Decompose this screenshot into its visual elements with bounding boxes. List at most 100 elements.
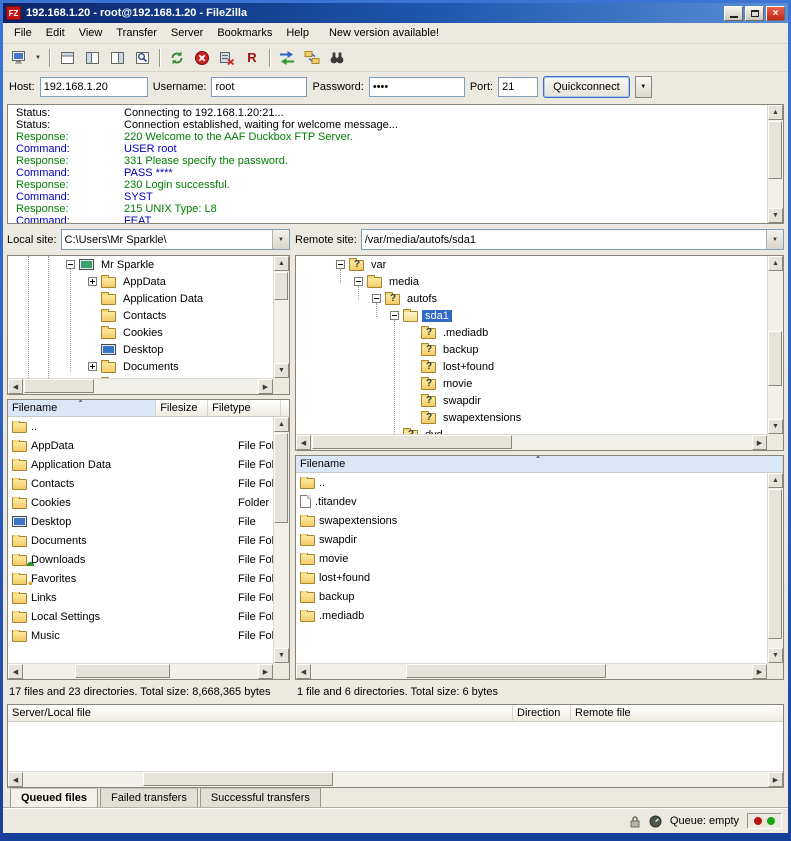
combo-dropdown-icon[interactable]: ▼	[272, 230, 289, 249]
remote-list-hscroll[interactable]: ◀ ▶	[296, 663, 767, 679]
remote-tree-vscroll[interactable]: ▲ ▼	[767, 256, 783, 434]
tree-item[interactable]: ?.mediadb	[296, 324, 783, 341]
scroll-down-button[interactable]: ▼	[768, 208, 783, 223]
scroll-left-button[interactable]: ◀	[296, 664, 311, 679]
column-filename[interactable]: Filename▲	[8, 400, 156, 416]
menu-view[interactable]: View	[72, 25, 110, 41]
site-manager-dropdown[interactable]: ▼	[32, 46, 44, 69]
scrollbar-thumb[interactable]	[75, 664, 170, 678]
expand-icon[interactable]	[88, 277, 97, 286]
local-site-combo[interactable]: C:\Users\Mr Sparkle\ ▼	[61, 229, 290, 250]
scroll-up-button[interactable]: ▲	[768, 473, 783, 488]
file-row[interactable]: .titandev	[296, 492, 783, 511]
tree-item[interactable]: ?swapdir	[296, 392, 783, 409]
scroll-down-button[interactable]: ▼	[274, 648, 289, 663]
scroll-up-button[interactable]: ▲	[768, 256, 783, 271]
password-input[interactable]	[369, 77, 465, 97]
tree-item[interactable]: ?var	[296, 256, 783, 273]
find-files-button[interactable]	[325, 46, 349, 69]
remote-tree-hscroll[interactable]: ◀ ▶	[296, 434, 767, 450]
menu-help[interactable]: Help	[279, 25, 316, 41]
scroll-left-button[interactable]: ◀	[8, 664, 23, 679]
scrollbar-thumb[interactable]	[143, 772, 333, 786]
site-manager-button[interactable]	[7, 46, 31, 69]
toggle-queue-button[interactable]	[130, 46, 154, 69]
scrollbar-thumb[interactable]	[768, 489, 782, 639]
file-row[interactable]: ..	[8, 417, 289, 436]
scroll-left-button[interactable]: ◀	[296, 435, 311, 450]
tree-item[interactable]: Cookies	[8, 324, 289, 341]
menu-file[interactable]: File	[7, 25, 39, 41]
scroll-right-button[interactable]: ▶	[768, 772, 783, 787]
scroll-up-button[interactable]: ▲	[274, 256, 289, 271]
tree-item[interactable]: Contacts	[8, 307, 289, 324]
scroll-right-button[interactable]: ▶	[258, 664, 273, 679]
quickconnect-button[interactable]: Quickconnect	[543, 76, 630, 98]
scroll-right-button[interactable]: ▶	[752, 664, 767, 679]
file-row[interactable]: LinksFile Folder	[8, 588, 289, 607]
local-list-hscroll[interactable]: ◀ ▶	[8, 663, 273, 679]
file-row[interactable]: backup	[296, 587, 783, 606]
scroll-up-button[interactable]: ▲	[274, 417, 289, 432]
quickconnect-dropdown[interactable]: ▼	[635, 76, 652, 98]
remote-site-combo[interactable]: /var/media/autofs/sda1 ▼	[361, 229, 784, 250]
tab-successful-transfers[interactable]: Successful transfers	[200, 788, 321, 808]
file-row[interactable]: Local SettingsFile Folder	[8, 607, 289, 626]
reconnect-button[interactable]: R	[240, 46, 264, 69]
collapse-icon[interactable]	[336, 260, 345, 269]
combo-dropdown-icon[interactable]: ▼	[766, 230, 783, 249]
file-row[interactable]: Application DataFile Folder	[8, 455, 289, 474]
menu-transfer[interactable]: Transfer	[109, 25, 164, 41]
expand-icon[interactable]	[88, 362, 97, 371]
tree-item[interactable]: Desktop	[8, 341, 289, 358]
menu-edit[interactable]: Edit	[39, 25, 72, 41]
host-input[interactable]	[40, 77, 148, 97]
tree-item-selected[interactable]: sda1	[296, 307, 783, 324]
column-filetype[interactable]: Filetype	[208, 400, 281, 416]
file-row[interactable]: ..	[296, 473, 783, 492]
scrollbar-thumb[interactable]	[312, 435, 512, 449]
scroll-left-button[interactable]: ◀	[8, 772, 23, 787]
collapse-icon[interactable]	[390, 311, 399, 320]
collapse-icon[interactable]	[354, 277, 363, 286]
tree-item[interactable]: ?swapextensions	[296, 409, 783, 426]
username-input[interactable]	[211, 77, 307, 97]
column-filename[interactable]: Filename▲	[296, 456, 783, 472]
tree-item[interactable]: Documents	[8, 358, 289, 375]
tree-item[interactable]: ?autofs	[296, 290, 783, 307]
log-vertical-scrollbar[interactable]: ▲ ▼	[767, 105, 783, 223]
tab-queued-files[interactable]: Queued files	[10, 788, 98, 808]
synchronized-browsing-button[interactable]	[300, 46, 324, 69]
file-row[interactable]: CookiesFolder	[8, 493, 289, 512]
file-row[interactable]: DesktopFile	[8, 512, 289, 531]
toggle-remote-tree-button[interactable]	[105, 46, 129, 69]
tree-item[interactable]: ?movie	[296, 375, 783, 392]
scrollbar-thumb[interactable]	[768, 121, 782, 179]
scroll-right-button[interactable]: ▶	[258, 379, 273, 394]
maximize-button[interactable]	[745, 6, 764, 21]
tree-item[interactable]: Application Data	[8, 290, 289, 307]
tree-item[interactable]: media	[296, 273, 783, 290]
tab-failed-transfers[interactable]: Failed transfers	[100, 788, 198, 808]
minimize-button[interactable]	[724, 6, 743, 21]
local-tree-hscroll[interactable]: ◀ ▶	[8, 378, 273, 394]
encryption-lock-icon[interactable]	[629, 815, 641, 828]
queue-hscroll[interactable]: ◀ ▶	[8, 771, 783, 787]
column-remote-file[interactable]: Remote file	[571, 705, 783, 721]
file-row[interactable]: movie	[296, 549, 783, 568]
menu-bookmarks[interactable]: Bookmarks	[210, 25, 279, 41]
scrollbar-thumb[interactable]	[274, 272, 288, 300]
menu-server[interactable]: Server	[164, 25, 210, 41]
file-row[interactable]: DocumentsFile Folder	[8, 531, 289, 550]
scroll-right-button[interactable]: ▶	[752, 435, 767, 450]
refresh-button[interactable]	[165, 46, 189, 69]
collapse-icon[interactable]	[66, 260, 75, 269]
file-row[interactable]: .mediadb	[296, 606, 783, 625]
scroll-down-button[interactable]: ▼	[768, 648, 783, 663]
toggle-message-log-button[interactable]	[55, 46, 79, 69]
collapse-icon[interactable]	[372, 294, 381, 303]
column-direction[interactable]: Direction	[513, 705, 571, 721]
tree-item[interactable]: ?lost+found	[296, 358, 783, 375]
toggle-local-tree-button[interactable]	[80, 46, 104, 69]
scroll-left-button[interactable]: ◀	[8, 379, 23, 394]
